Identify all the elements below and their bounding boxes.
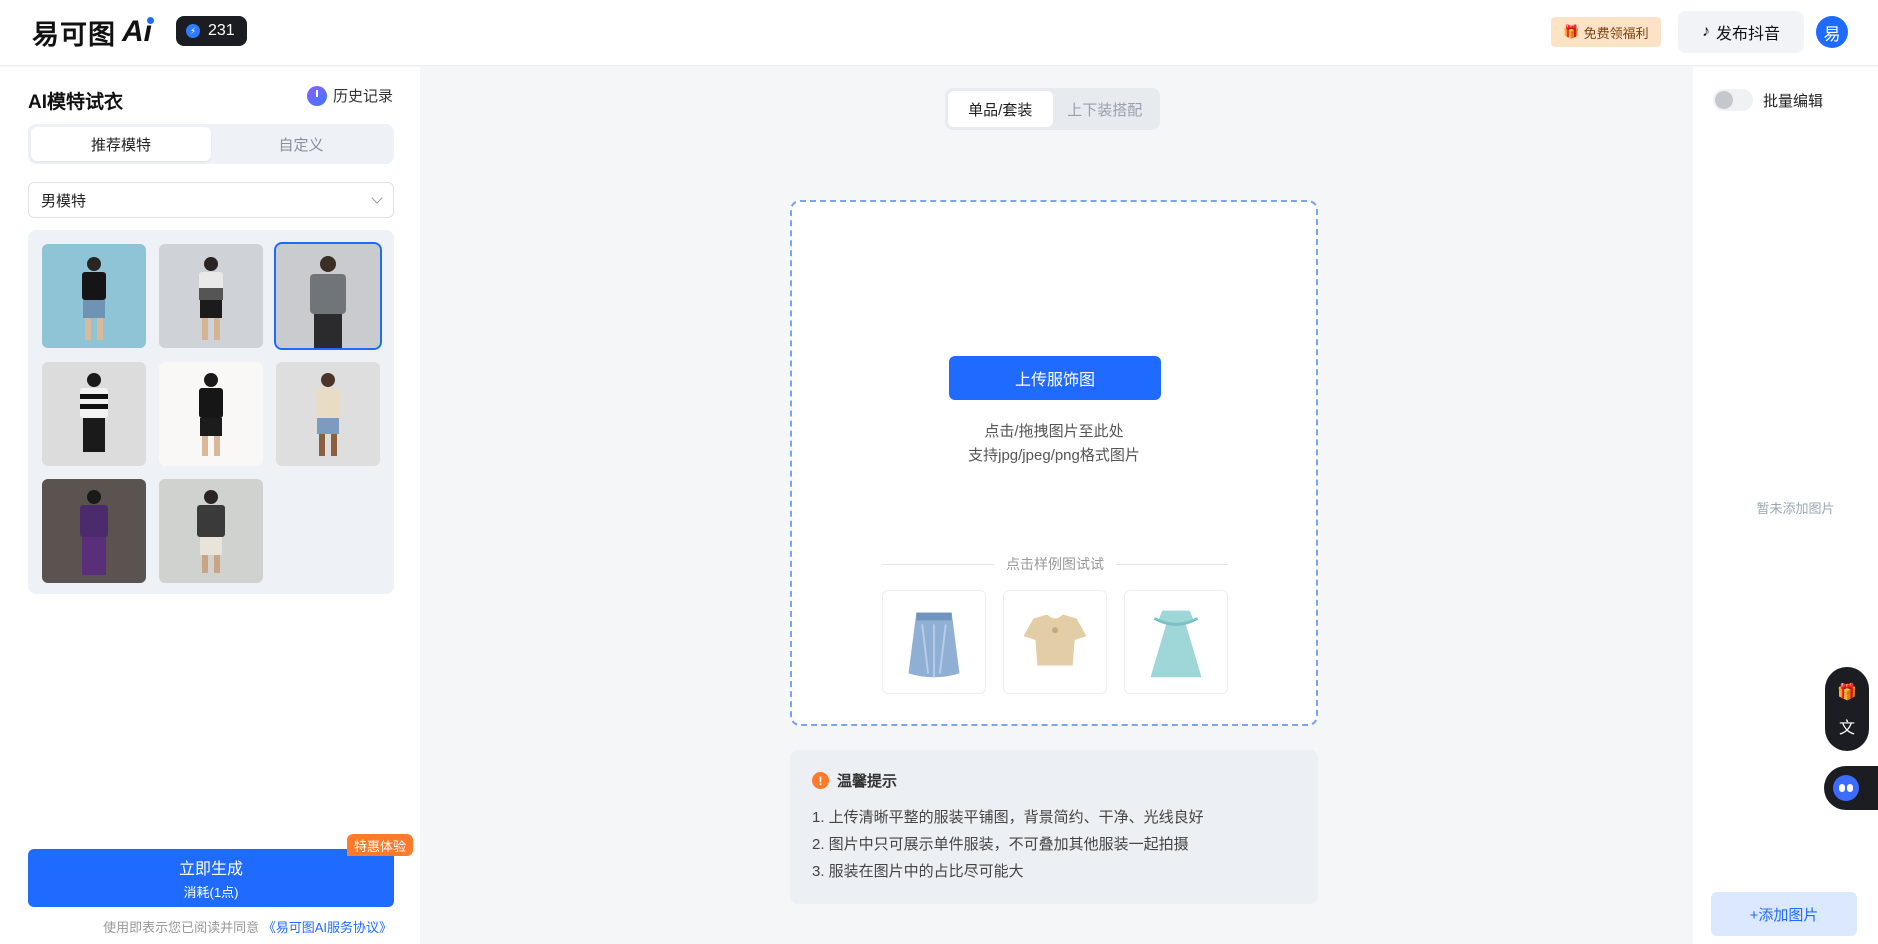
model-grid: [28, 230, 394, 594]
sample-dress[interactable]: [1124, 590, 1228, 694]
tab-recommended[interactable]: 推荐模特: [31, 127, 211, 161]
add-image-button[interactable]: +添加图片: [1711, 892, 1857, 936]
model-gender-value: 男模特: [41, 192, 87, 210]
welfare-label: 免费领福利: [1583, 25, 1649, 41]
translate-icon[interactable]: 文: [1836, 715, 1858, 737]
credits-count: 231: [208, 22, 235, 39]
model-thumb-8[interactable]: [159, 479, 263, 583]
right-panel: 批量编辑 暂未添加图片 +添加图片: [1693, 67, 1878, 944]
sample-blouse[interactable]: [1003, 590, 1107, 694]
upload-garment-button[interactable]: 上传服饰图: [949, 356, 1161, 400]
model-thumb-1[interactable]: [42, 244, 146, 348]
logo-ai: Ai: [122, 15, 154, 48]
model-thumb-4[interactable]: [42, 362, 146, 466]
avatar[interactable]: 易: [1816, 16, 1848, 48]
model-thumb-2[interactable]: [159, 244, 263, 348]
tip-item: 2. 图片中只可展示单件服装，不可叠加其他服装一起拍摄: [812, 836, 1189, 853]
upload-dropzone[interactable]: 上传服饰图 点击/拖拽图片至此处 支持jpg/jpeg/png格式图片 点击样例…: [790, 200, 1318, 726]
sample-divider: 点击样例图试试: [882, 554, 1228, 574]
generate-cost: 消耗(1点): [183, 885, 239, 900]
tab-single-set[interactable]: 单品/套装: [948, 91, 1053, 127]
floating-toolbar: 🎁 文: [1825, 667, 1869, 751]
chevron-down-icon: [371, 192, 383, 204]
bolt-icon: ⚡: [186, 24, 200, 38]
tab-top-bottom[interactable]: 上下装搭配: [1053, 91, 1158, 127]
batch-edit-toggle[interactable]: [1713, 89, 1753, 111]
panel-title: AI模特试衣: [28, 92, 124, 113]
free-welfare-button[interactable]: 🎁 免费领福利: [1551, 17, 1661, 47]
model-thumb-7[interactable]: [42, 479, 146, 583]
upload-format-hint: 支持jpg/jpeg/png格式图片: [968, 447, 1140, 464]
logo-text: 易可图: [32, 19, 116, 50]
assistant-button[interactable]: [1824, 766, 1878, 810]
generate-label: 立即生成: [178, 861, 243, 878]
douyin-icon: ♪: [1701, 23, 1710, 40]
model-thumb-5[interactable]: [159, 362, 263, 466]
tab-custom[interactable]: 自定义: [211, 127, 391, 161]
promo-badge: 特惠体验: [347, 834, 414, 856]
empty-state-text: 暂未添加图片: [1756, 501, 1835, 516]
history-icon: [306, 85, 327, 106]
credits-badge[interactable]: ⚡ 231: [176, 16, 247, 46]
tip-item: 1. 上传清晰平整的服装平铺图，背景简约、干净、光线良好: [812, 809, 1204, 826]
garment-mode-tabs: 单品/套装 上下装搭配: [945, 88, 1160, 130]
model-thumb-6[interactable]: [276, 362, 380, 466]
gift-icon: 🎁: [1563, 24, 1580, 39]
gift-icon[interactable]: 🎁: [1836, 681, 1858, 703]
agreement-prefix: 使用即表示您已阅读并同意: [103, 920, 260, 935]
left-panel: AI模特试衣 历史记录 推荐模特 自定义 男模特 立即生成 消耗(1点) 特惠体…: [0, 67, 420, 944]
generate-button[interactable]: 立即生成 消耗(1点): [28, 849, 394, 907]
top-bar: 易可图 Ai ⚡ 231 🎁 免费领福利 ♪ 发布抖音 易: [0, 0, 1878, 66]
robot-icon: [1833, 775, 1859, 801]
divider-line: [1116, 563, 1228, 565]
model-thumb-3[interactable]: [274, 242, 382, 350]
history-link[interactable]: 历史记录: [306, 85, 393, 106]
publish-douyin-button[interactable]: ♪ 发布抖音: [1678, 11, 1804, 53]
model-gender-select[interactable]: 男模特: [28, 182, 394, 218]
agreement-link[interactable]: 《易可图AI服务协议》: [263, 920, 392, 935]
douyin-label: 发布抖音: [1715, 26, 1780, 43]
sample-skirt[interactable]: [882, 590, 986, 694]
agreement-text: 使用即表示您已阅读并同意 《易可图AI服务协议》: [103, 917, 392, 936]
batch-edit-label: 批量编辑: [1763, 93, 1824, 110]
upload-hint: 点击/拖拽图片至此处: [984, 423, 1124, 440]
tip-item: 3. 服装在图片中的占比尽可能大: [812, 863, 1024, 880]
warning-icon: !: [812, 772, 829, 789]
tips-box: ! 温馨提示 1. 上传清晰平整的服装平铺图，背景简约、干净、光线良好 2. 图…: [790, 750, 1318, 904]
sample-title: 点击样例图试试: [1006, 556, 1104, 572]
history-label: 历史记录: [332, 88, 393, 105]
model-source-tabs: 推荐模特 自定义: [28, 124, 394, 164]
tips-title: 温馨提示: [837, 773, 898, 790]
app-logo[interactable]: 易可图 Ai: [32, 14, 154, 50]
tips-header: ! 温馨提示: [812, 770, 897, 791]
divider-line: [882, 563, 994, 565]
